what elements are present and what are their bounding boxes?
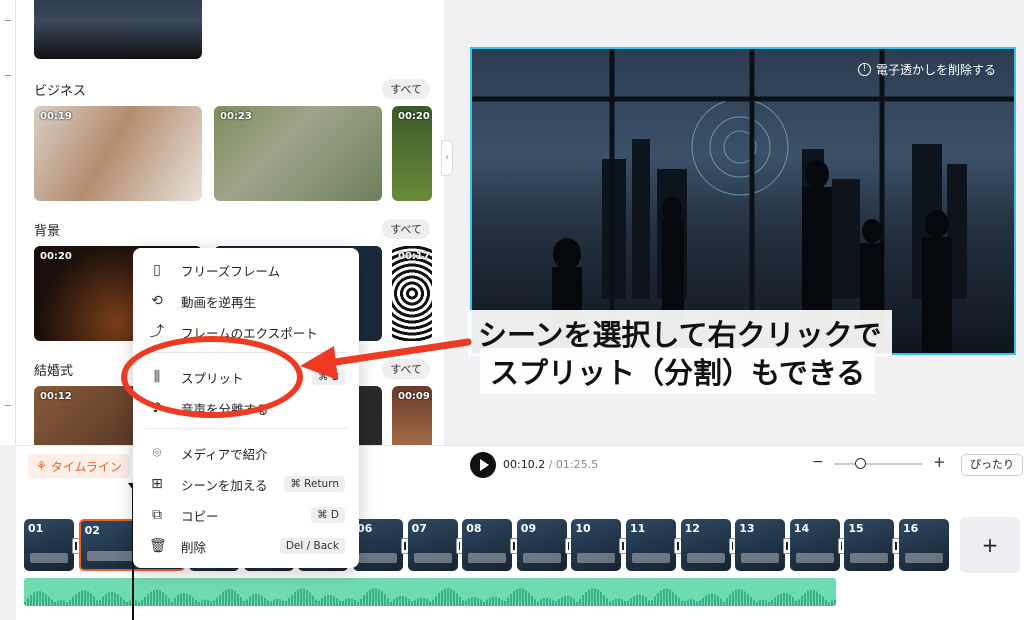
fit-button[interactable]: ぴったり (961, 454, 1023, 476)
time-display: 00:10.2 / 01:25.5 (503, 458, 599, 471)
timeline-scene-16[interactable]: 16 (899, 519, 949, 571)
copy-icon: ⧉ (152, 507, 162, 523)
scene-number: 14 (793, 522, 810, 535)
menu-item-delete[interactable]: 🗑 削除 Del / Back (133, 532, 359, 560)
timeline-scene-12[interactable]: 12 (680, 519, 731, 571)
audio-track[interactable] (24, 578, 836, 606)
timeline-scene-13[interactable]: 13 (735, 519, 786, 571)
media-thumbnail[interactable]: 00:19 (34, 106, 202, 201)
scene-number: 09 (520, 522, 537, 535)
freeze-frame-icon: ▯ (153, 262, 161, 278)
media-thumbnail[interactable] (34, 0, 202, 59)
play-button[interactable] (470, 452, 496, 478)
zoom-slider[interactable] (834, 458, 922, 469)
see-all-button[interactable]: すべて (382, 219, 430, 239)
left-nav-strip (0, 0, 16, 445)
see-all-button[interactable]: すべて (382, 359, 430, 379)
scene-number: 01 (28, 522, 44, 535)
scene-number: 06 (357, 522, 373, 535)
section-title-wedding: 結婚式 (34, 364, 74, 379)
timeline-scene-10[interactable]: 10 (571, 519, 622, 571)
tab-timeline[interactable]: ⚘ タイムライン (28, 454, 130, 478)
timeline-scene-07[interactable]: 07 (407, 519, 458, 571)
collapse-panel-handle[interactable]: ‹ (441, 140, 453, 176)
annotation-line-2: スプリット（分割）もできる (480, 348, 876, 394)
add-scene-button[interactable]: + (960, 517, 1020, 573)
timeline-scene-15[interactable]: 15 (844, 519, 895, 571)
preview-image (472, 49, 1014, 353)
timeline-scene-11[interactable]: 11 (626, 519, 676, 571)
scene-number: 02 (84, 524, 100, 537)
highlight-ellipse (121, 336, 303, 418)
export-frame-icon: ⤴ (150, 324, 164, 340)
scene-number: 10 (575, 522, 591, 535)
trash-icon: 🗑 (149, 538, 167, 554)
timeline-scene-06[interactable]: 06 (353, 519, 403, 571)
media-thumbnail[interactable]: 00:17 (392, 246, 432, 341)
timeline-scene-01[interactable]: 01 (24, 519, 74, 571)
menu-item-freeze-frame[interactable]: ▯ フリーズフレーム (133, 256, 359, 284)
video-preview[interactable]: ! 電子透かしを削除する (470, 47, 1016, 355)
timeline-scene-08[interactable]: 08 (462, 519, 513, 571)
see-all-button[interactable]: すべて (382, 79, 430, 99)
media-thumbnail[interactable]: 00:23 (214, 106, 382, 201)
video-editor: ビジネス すべて 00:19 00:23 00:20 背景 すべて 00:20 … (0, 0, 1024, 620)
scene-number: 15 (848, 522, 864, 535)
zoom-slider-knob[interactable] (855, 458, 867, 469)
location-pin-icon: ⌾ (152, 445, 162, 461)
scene-number: 13 (739, 522, 755, 535)
timeline-scene-09[interactable]: 09 (516, 519, 567, 571)
menu-item-reverse[interactable]: ⟲ 動画を逆再生 (133, 287, 359, 315)
media-thumbnail[interactable]: 00:09 (392, 386, 432, 445)
timeline-icon: ⚘ (36, 459, 47, 473)
reverse-icon: ⟲ (151, 293, 163, 309)
section-title-background: 背景 (34, 224, 61, 239)
zoom-out-button[interactable]: − (812, 454, 824, 470)
section-title-business: ビジネス (34, 84, 87, 99)
zoom-in-button[interactable]: + (933, 453, 946, 471)
scene-number: 16 (903, 522, 919, 535)
menu-item-copy[interactable]: ⧉ コピー ⌘ D (133, 501, 359, 529)
menu-item-add-scene[interactable]: ⊞ シーンを加える ⌘ Return (133, 470, 359, 498)
scene-number: 11 (630, 522, 646, 535)
scene-number: 08 (466, 522, 482, 535)
add-scene-icon: ⊞ (151, 476, 163, 492)
timeline-scene-14[interactable]: 14 (789, 519, 840, 571)
scene-number: 12 (684, 522, 700, 535)
scene-number: 07 (411, 522, 427, 535)
media-thumbnail[interactable]: 00:20 (392, 106, 432, 201)
menu-item-feature-in-media[interactable]: ⌾ メディアで紹介 (133, 439, 359, 467)
remove-watermark-button[interactable]: ! 電子透かしを削除する (857, 61, 996, 78)
info-icon: ! (857, 63, 871, 76)
